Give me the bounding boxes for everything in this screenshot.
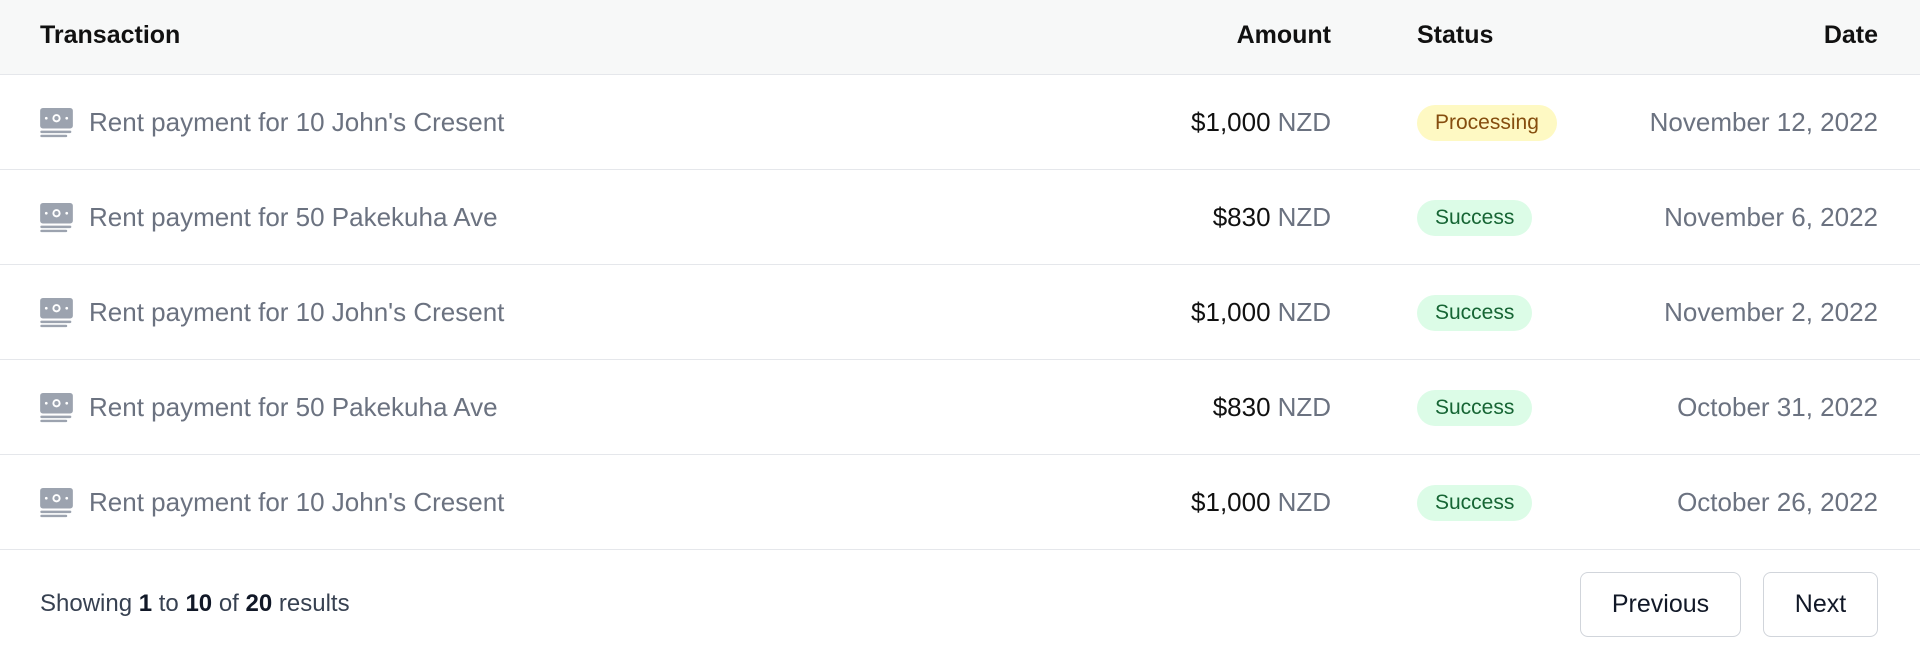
column-header-status: Status [1417, 21, 1494, 49]
column-header-transaction: Transaction [40, 21, 181, 49]
next-button[interactable]: Next [1763, 572, 1878, 637]
money-icon [40, 392, 73, 422]
of-word: of [218, 590, 239, 617]
amount-currency: NZD [1277, 107, 1331, 137]
status-badge: Success [1417, 199, 1533, 236]
status-cell: Success [1417, 170, 1533, 265]
results-word: results [278, 590, 350, 617]
amount-currency: NZD [1277, 487, 1331, 517]
amount-currency: NZD [1277, 202, 1331, 232]
date-cell: November 6, 2022 [1664, 202, 1878, 232]
table-row[interactable]: Rent payment for 10 John's Cresent $1,00… [0, 75, 1920, 170]
table-row[interactable]: Rent payment for 50 Pakekuha Ave $830 NZ… [0, 360, 1920, 455]
results-summary: Showing 1 to 10 of 20 results [40, 550, 350, 658]
date-cell: October 26, 2022 [1677, 487, 1878, 517]
transaction-description: Rent payment for 50 Pakekuha Ave [89, 202, 498, 232]
money-icon [40, 202, 73, 232]
date-cell: November 12, 2022 [1649, 107, 1878, 137]
status-badge: Success [1417, 294, 1533, 331]
transaction-cell: Rent payment for 10 John's Cresent [40, 265, 504, 360]
pagination-footer: Showing 1 to 10 of 20 results Previous N… [0, 550, 1920, 658]
transaction-cell: Rent payment for 50 Pakekuha Ave [40, 360, 498, 455]
transaction-cell: Rent payment for 50 Pakekuha Ave [40, 170, 498, 265]
amount-cell: $1,000 NZD [1191, 75, 1331, 170]
range-start: 1 [138, 590, 153, 617]
money-icon [40, 107, 73, 137]
amount-value: $1,000 [1191, 297, 1271, 327]
showing-prefix: Showing [40, 590, 133, 617]
status-badge: Success [1417, 484, 1533, 521]
table-row[interactable]: Rent payment for 10 John's Cresent $1,00… [0, 455, 1920, 550]
amount-currency: NZD [1277, 392, 1331, 422]
date-cell: November 2, 2022 [1664, 297, 1878, 327]
transaction-cell: Rent payment for 10 John's Cresent [40, 75, 504, 170]
amount-value: $1,000 [1191, 107, 1271, 137]
date-cell: October 31, 2022 [1677, 392, 1878, 422]
status-cell: Success [1417, 455, 1533, 550]
table-header: Transaction Amount Status Date [0, 0, 1920, 75]
transaction-description: Rent payment for 10 John's Cresent [89, 107, 505, 137]
transaction-cell: Rent payment for 10 John's Cresent [40, 455, 504, 550]
status-badge: Success [1417, 389, 1533, 426]
column-header-date: Date [1823, 21, 1878, 49]
to-word: to [158, 590, 179, 617]
transaction-description: Rent payment for 10 John's Cresent [89, 487, 505, 517]
transaction-description: Rent payment for 50 Pakekuha Ave [89, 392, 498, 422]
previous-button[interactable]: Previous [1580, 572, 1741, 637]
money-icon [40, 487, 73, 517]
transaction-description: Rent payment for 10 John's Cresent [89, 297, 505, 327]
amount-value: $1,000 [1191, 487, 1271, 517]
amount-currency: NZD [1277, 297, 1331, 327]
table-row[interactable]: Rent payment for 50 Pakekuha Ave $830 NZ… [0, 170, 1920, 265]
table-row[interactable]: Rent payment for 10 John's Cresent $1,00… [0, 265, 1920, 360]
column-header-amount: Amount [1236, 21, 1331, 49]
amount-cell: $1,000 NZD [1191, 265, 1331, 360]
status-cell: Success [1417, 360, 1533, 455]
amount-value: $830 [1212, 202, 1271, 232]
amount-cell: $1,000 NZD [1191, 455, 1331, 550]
status-cell: Success [1417, 265, 1533, 360]
amount-value: $830 [1212, 392, 1271, 422]
transactions-panel: Transaction Amount Status Date Rent paym… [0, 0, 1920, 661]
range-end: 10 [185, 590, 213, 617]
amount-cell: $830 NZD [1213, 170, 1331, 265]
total-results: 20 [245, 590, 273, 617]
status-cell: Processing [1417, 75, 1557, 170]
money-icon [40, 297, 73, 327]
amount-cell: $830 NZD [1213, 360, 1331, 455]
status-badge: Processing [1417, 104, 1557, 141]
